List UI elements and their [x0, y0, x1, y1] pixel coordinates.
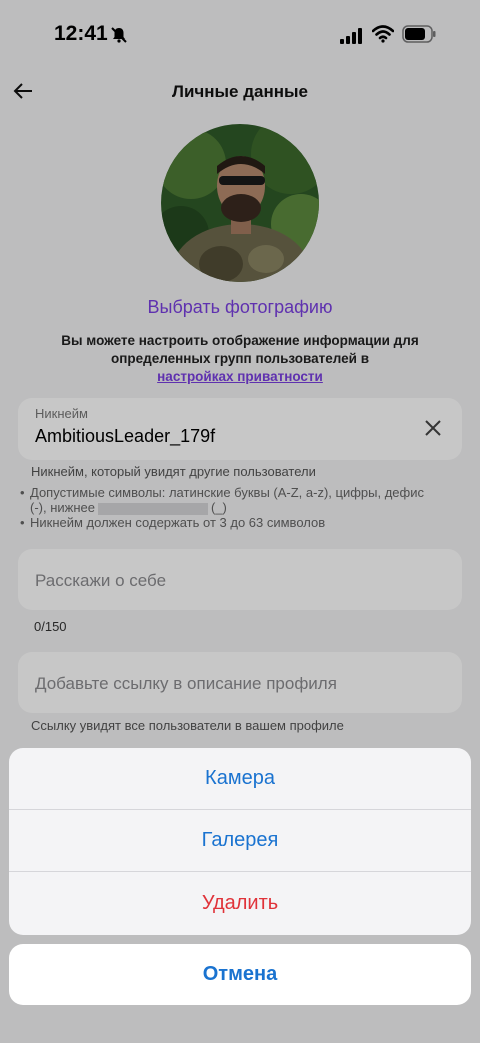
personal-data-screen: 12:41 Личные данные Выбрать фотографию В… — [0, 0, 480, 1043]
delete-button[interactable]: Удалить — [9, 872, 471, 934]
gallery-button[interactable]: Галерея — [9, 810, 471, 872]
photo-action-sheet: Камера Галерея Удалить — [9, 748, 471, 935]
cancel-button[interactable]: Отмена — [9, 944, 471, 1005]
camera-button[interactable]: Камера — [9, 748, 471, 810]
